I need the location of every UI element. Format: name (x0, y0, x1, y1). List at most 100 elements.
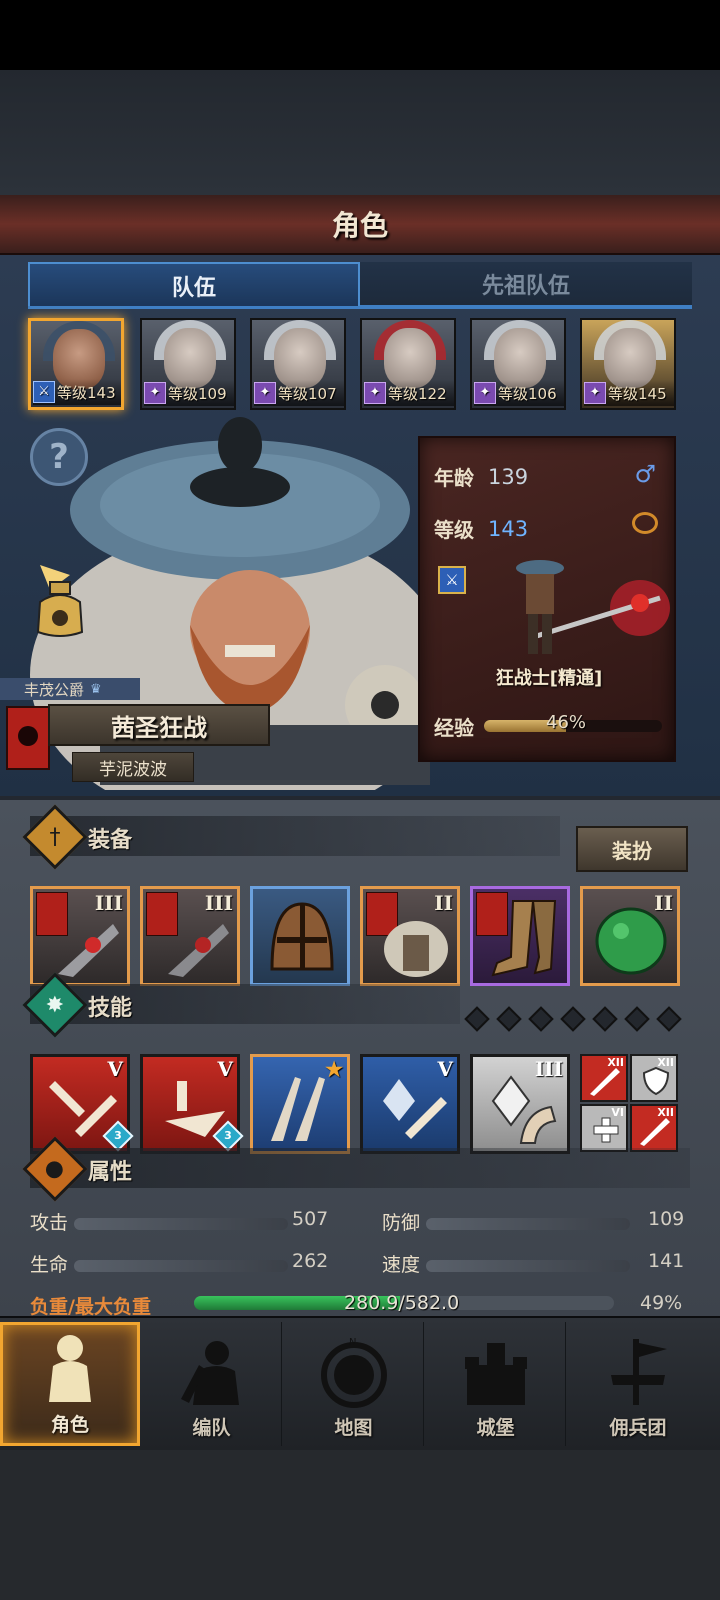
attack-bar (74, 1218, 288, 1230)
party-member-level: ⚔ 等级143 (33, 379, 121, 405)
exp-percent: 46% (546, 712, 587, 733)
nav-map[interactable]: N 地图 (284, 1322, 424, 1446)
heal-cross-icon (593, 1117, 619, 1143)
hero-subname-plate: 芋泥波波 (72, 752, 194, 782)
hero-title: 丰茂公爵 (24, 680, 85, 699)
age-row: 年龄 139 (434, 462, 528, 491)
nav-label: 地图 (334, 1417, 373, 1439)
defense-value: 109 (648, 1208, 685, 1230)
gem-count: 3 (224, 1129, 232, 1142)
party-level-label: 等级143 (57, 383, 116, 402)
equipment-slot-weapon-2[interactable]: III (140, 886, 240, 986)
sword-icon (590, 1068, 620, 1096)
party-member-2[interactable]: ✦ 等级109 (140, 318, 236, 410)
sword-icon (640, 1118, 670, 1146)
knight-icon (49, 1335, 91, 1402)
passive-skill-1[interactable]: XII (580, 1054, 628, 1102)
party-member-1[interactable]: ⚔ 等级143 (28, 318, 124, 410)
nav-mercenary[interactable]: 佣兵团 (568, 1322, 708, 1446)
party-member-level: ✦ 等级122 (364, 380, 454, 406)
fur-armor-icon (384, 921, 448, 977)
level-row: 等级 143 (434, 514, 528, 543)
skill-slot-5[interactable]: III (470, 1054, 570, 1154)
gem-count: 3 (114, 1129, 122, 1142)
party-member-level: ✦ 等级109 (144, 380, 234, 406)
skill-slot-4[interactable]: V (360, 1054, 460, 1154)
nav-character[interactable]: 角色 (0, 1322, 140, 1446)
skills-title: 技能 (88, 996, 133, 1021)
portrait-face (164, 328, 216, 388)
party-member-4[interactable]: ✦ 等级122 (360, 318, 456, 410)
staff-class-icon: ✦ (254, 382, 276, 404)
equipment-slot-armor[interactable]: II (360, 886, 460, 986)
passive-skill-4[interactable]: XII (630, 1104, 678, 1152)
portrait-face (494, 328, 546, 388)
passive-skill-2[interactable]: XII (630, 1054, 678, 1102)
compass-map-icon: N (320, 1337, 387, 1408)
dress-up-button[interactable]: 装扮 (576, 826, 688, 872)
help-icon[interactable]: ? (30, 428, 88, 486)
skill-slot-2[interactable]: V 3 (140, 1054, 244, 1154)
nav-formation[interactable]: 编队 (142, 1322, 282, 1446)
defense-bar (426, 1218, 630, 1230)
tab-party[interactable]: 队伍 (28, 262, 360, 308)
tier-label: III (94, 891, 123, 915)
level-value: 143 (488, 516, 529, 541)
portrait-face (604, 328, 656, 388)
party-member-level: ✦ 等级107 (254, 380, 344, 406)
hero-name-plate[interactable]: 茜圣狂战 (48, 704, 270, 746)
hero-title-tag: 丰茂公爵 ♛ (0, 678, 140, 700)
passive-skill-3[interactable]: VI (580, 1104, 628, 1152)
party-member-level: ✦ 等级145 (584, 380, 674, 406)
attack-value: 507 (292, 1208, 329, 1230)
portrait-face (384, 328, 436, 388)
tab-ancestor-party[interactable]: 先祖队伍 (360, 262, 692, 308)
hero-name: 茜圣狂战 (111, 713, 207, 742)
formation-icon (180, 1341, 239, 1405)
equipment-slot-boots[interactable] (470, 886, 570, 986)
hero-subname: 芋泥波波 (99, 759, 167, 780)
skill-slot-3[interactable]: ★ (250, 1054, 350, 1154)
party-level-label: 等级106 (498, 384, 557, 403)
defense-label: 防御 (382, 1212, 421, 1234)
tab-underline (28, 306, 692, 309)
equipment-slot-helmet[interactable] (250, 886, 350, 986)
background-upper (0, 70, 720, 195)
mercenary-flag-icon (611, 1339, 667, 1405)
guild-banner-icon (6, 706, 50, 770)
equipment-slot-weapon-1[interactable]: III (30, 886, 130, 986)
hp-value: 262 (292, 1250, 329, 1272)
load-value: 280.9/582.0 (344, 1292, 460, 1314)
speed-label: 速度 (382, 1254, 421, 1276)
party-level-label: 等级122 (388, 384, 447, 403)
staff-class-icon: ✦ (474, 382, 496, 404)
castle-icon (464, 1343, 527, 1405)
jade-charm-icon (595, 907, 667, 975)
sword-class-icon: ⚔ (33, 381, 55, 403)
equipment-slot-accessory[interactable]: II (580, 886, 680, 986)
axe-icon (58, 924, 119, 977)
nav-label: 角色 (50, 1414, 89, 1436)
nav-castle[interactable]: 城堡 (426, 1322, 566, 1446)
level-label: 等级 (434, 518, 474, 542)
hp-bar (74, 1260, 288, 1272)
boots-icon (491, 900, 557, 977)
speed-value: 141 (648, 1250, 685, 1272)
class-figure-image (516, 560, 670, 654)
svg-text:N: N (349, 1337, 356, 1348)
party-member-6[interactable]: ✦ 等级145 (580, 318, 676, 410)
equipment-title: 装备 (88, 828, 133, 853)
party-member-5[interactable]: ✦ 等级106 (470, 318, 566, 410)
shield-icon (642, 1066, 670, 1096)
crystal-sword-icon (383, 1079, 447, 1139)
status-bar (0, 0, 720, 70)
party-level-label: 等级107 (278, 384, 337, 403)
party-member-3[interactable]: ✦ 等级107 (250, 318, 346, 410)
skill-slot-1[interactable]: V 3 (30, 1054, 134, 1154)
helmet-icon (270, 902, 334, 971)
axe-icon (168, 924, 229, 977)
exp-label: 经验 (434, 716, 474, 740)
potion-icon[interactable] (32, 580, 88, 640)
nav-label: 城堡 (476, 1417, 515, 1439)
attack-label: 攻击 (30, 1212, 69, 1234)
